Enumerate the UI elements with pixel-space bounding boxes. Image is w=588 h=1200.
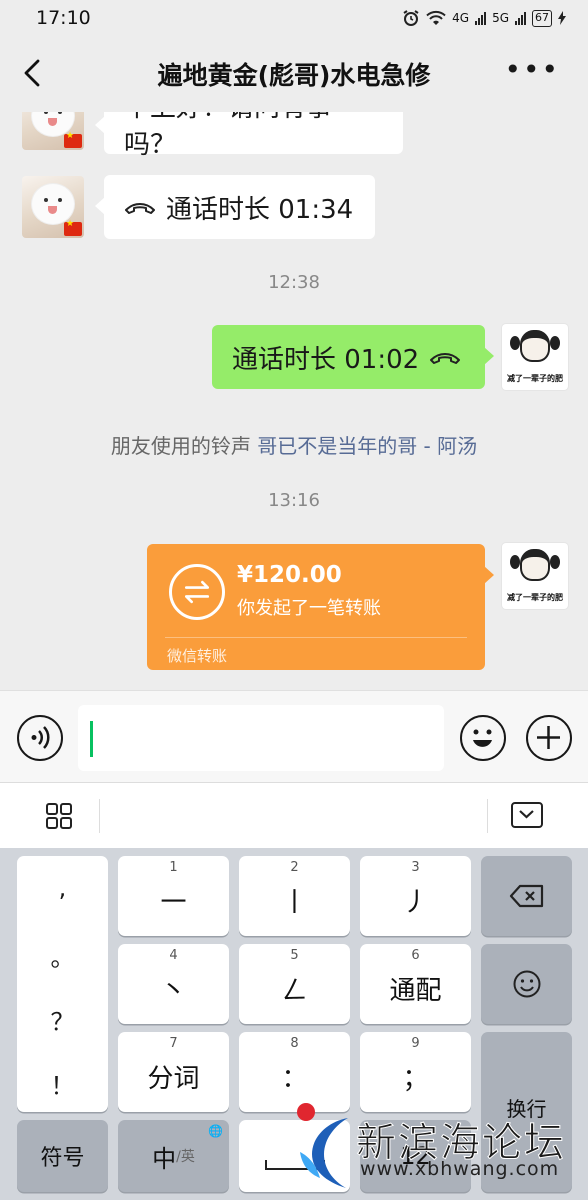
punct-key[interactable]: , — [17, 874, 108, 902]
wildcard-key[interactable]: 6 通配 — [360, 944, 471, 1024]
transfer-description: 你发起了一笔转账 — [237, 598, 381, 619]
message-text: 通话时长 01:34 — [166, 194, 354, 225]
more-actions-button[interactable] — [526, 715, 572, 761]
message-timestamp: 13:16 — [268, 490, 320, 511]
alarm-icon — [403, 10, 419, 26]
voice-icon — [31, 726, 50, 749]
forum-watermark: 新滨海论坛 www.xbhwang.com — [290, 1098, 588, 1198]
signal-icon — [475, 11, 487, 25]
stroke-key[interactable]: 1一 — [118, 856, 229, 936]
stroke-key[interactable]: 3丿 — [360, 856, 471, 936]
transfer-footer: 微信转账 — [167, 647, 228, 665]
received-message[interactable]: 早上好！请问有事吗？ — [95, 112, 403, 160]
avatar-caption: 减了一辈子的肥 — [507, 593, 563, 602]
received-call-message[interactable]: 通话时长 01:34 — [95, 175, 375, 239]
punct-key[interactable]: ！ — [17, 1066, 108, 1101]
keyboard-toolbar — [0, 782, 588, 848]
net-5g-label: 5G — [492, 11, 509, 25]
toolbar-divider — [99, 799, 100, 833]
more-options-icon[interactable]: ••• — [504, 56, 560, 84]
message-timestamp: 12:38 — [268, 272, 320, 293]
punct-key[interactable]: ？ — [17, 1002, 108, 1037]
chat-area[interactable]: 早上好！请问有事吗？ 通话时长 01:34 12:38 通话时长 01:02 减… — [0, 112, 588, 690]
apps-grid-icon[interactable] — [46, 803, 72, 829]
wifi-icon — [426, 10, 446, 25]
china-flag-icon — [64, 219, 82, 236]
net-4g-label: 4G — [452, 11, 470, 25]
smiley-icon — [513, 970, 540, 998]
globe-icon: 🌐 — [208, 1124, 223, 1138]
phone-hangup-icon — [125, 203, 155, 214]
sent-call-message[interactable]: 通话时长 01:02 — [212, 325, 494, 389]
input-bar — [0, 690, 588, 782]
symbol-label: 符号 — [40, 1146, 85, 1171]
voice-input-button[interactable] — [17, 715, 63, 761]
forum-logo-icon — [297, 1103, 348, 1188]
charging-icon — [558, 11, 566, 25]
avatar-caption: 减了一辈子的肥 — [507, 374, 563, 383]
punctuation-column[interactable]: , 。 ？ ！ — [17, 856, 108, 1112]
china-flag-icon — [64, 131, 82, 148]
back-arrow-icon[interactable] — [18, 58, 48, 88]
hide-keyboard-icon[interactable] — [511, 802, 543, 828]
transfer-arrows-icon — [169, 564, 225, 620]
chat-header: 遍地黄金(彪哥)水电急修 ••• — [0, 36, 588, 112]
status-time: 17:10 — [36, 7, 91, 29]
phone-hangup-icon — [430, 353, 461, 364]
watermark-url: www.xbhwang.com — [360, 1158, 560, 1180]
emoji-icon — [473, 729, 492, 747]
emoji-button[interactable] — [460, 715, 506, 761]
punct-key[interactable]: 。 — [17, 938, 108, 973]
toolbar-divider — [487, 799, 488, 833]
message-text: 通话时长 01:02 — [232, 344, 420, 375]
segment-key[interactable]: 7 分词 — [118, 1032, 229, 1112]
my-avatar[interactable]: 减了一辈子的肥 — [502, 543, 568, 609]
plus-icon — [537, 726, 560, 749]
chat-title: 遍地黄金(彪哥)水电急修 — [157, 61, 431, 90]
backspace-key[interactable] — [481, 856, 572, 936]
ringtone-link[interactable]: 哥已不是当年的哥 - 阿汤 — [257, 434, 477, 458]
my-avatar[interactable]: 减了一辈子的肥 — [502, 324, 568, 390]
message-input[interactable] — [78, 705, 444, 771]
stroke-key[interactable]: 2丨 — [239, 856, 350, 936]
text-caret — [90, 721, 93, 757]
backspace-icon — [509, 884, 543, 908]
signal-icon — [515, 11, 526, 25]
status-bar: 17:10 4G 5G 67 — [0, 0, 588, 36]
contact-avatar[interactable] — [22, 176, 84, 238]
message-text: 早上好！请问有事吗？ — [124, 112, 332, 160]
stroke-key[interactable]: 4丶 — [118, 944, 229, 1024]
transfer-card[interactable]: ¥120.00 你发起了一笔转账 微信转账 — [147, 544, 494, 670]
transfer-divider — [165, 637, 467, 638]
language-switch-key[interactable]: 🌐 中/英 — [118, 1120, 229, 1192]
emoji-key[interactable] — [481, 944, 572, 1024]
contact-avatar[interactable] — [22, 112, 84, 150]
lang-main-label: 中 — [152, 1144, 177, 1173]
battery-icon: 67 — [532, 9, 552, 27]
stroke-key[interactable]: 5ㄥ — [239, 944, 350, 1024]
status-icons: 4G 5G 67 — [402, 9, 566, 27]
ringtone-notice: 朋友使用的铃声 哥已不是当年的哥 - 阿汤 — [0, 430, 588, 459]
transfer-amount: ¥120.00 — [237, 562, 342, 588]
symbol-key[interactable]: 符号 — [17, 1120, 108, 1192]
ringtone-prefix: 朋友使用的铃声 — [110, 434, 251, 458]
lang-sub-label: /英 — [176, 1149, 195, 1165]
